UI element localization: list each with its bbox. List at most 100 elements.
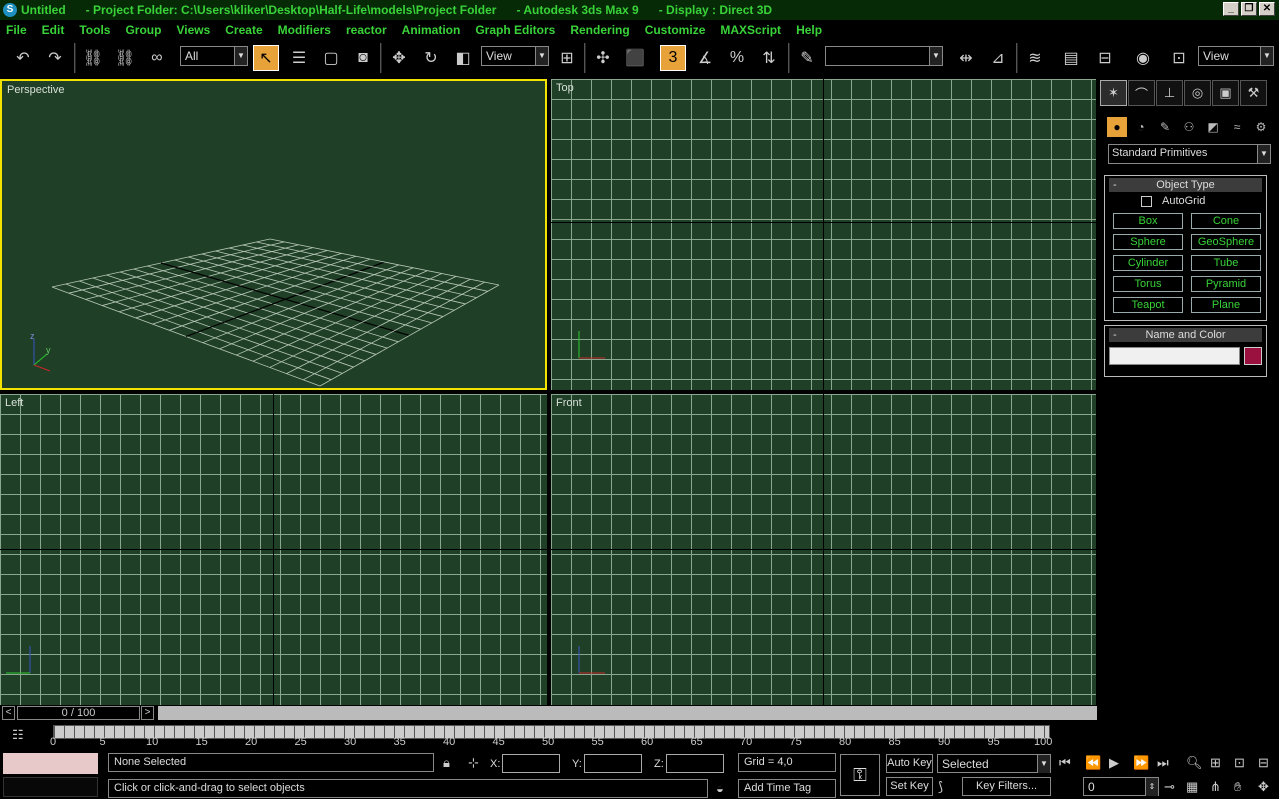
y-coordinate-field[interactable] xyxy=(584,754,642,773)
next-frame-icon[interactable]: ⏩ xyxy=(1133,755,1149,771)
pivot-point-center-icon[interactable]: ⊞ xyxy=(554,45,580,71)
torus-button[interactable]: Torus xyxy=(1113,276,1183,292)
select-and-rotate-icon[interactable]: ↻ xyxy=(418,45,444,71)
select-and-link-icon[interactable]: ⛓ xyxy=(80,45,106,71)
menu-graph-editors[interactable]: Graph Editors xyxy=(475,23,555,37)
viewport-left[interactable]: Left xyxy=(0,394,547,705)
go-to-start-icon[interactable]: ⏮ xyxy=(1059,755,1071,771)
plane-button[interactable]: Plane xyxy=(1191,297,1261,313)
set-key-icon[interactable]: ⚿ xyxy=(840,754,880,796)
select-and-scale-icon[interactable]: ◧ xyxy=(450,45,476,71)
redo-icon[interactable]: ↷ xyxy=(42,45,68,71)
menu-animation[interactable]: Animation xyxy=(402,23,461,37)
object-type-header[interactable]: - Object Type xyxy=(1109,178,1262,192)
time-tag-icon[interactable]: ◒ xyxy=(716,781,724,796)
named-selection-sets-dropdown[interactable]: ▼ xyxy=(825,46,943,66)
play-icon[interactable]: ▶ xyxy=(1109,755,1119,771)
space-warps-icon[interactable]: ≈ xyxy=(1227,117,1247,137)
curve-editor-icon[interactable]: ▤ xyxy=(1058,45,1084,71)
reference-coordinate-dropdown[interactable]: View ▼ xyxy=(481,46,549,66)
viewport-front[interactable]: Front xyxy=(551,394,1096,705)
field-of-view-icon[interactable]: ⋔ xyxy=(1210,779,1221,795)
primitive-category-dropdown[interactable]: Standard Primitives ▼ xyxy=(1108,144,1271,164)
sphere-button[interactable]: Sphere xyxy=(1113,234,1183,250)
systems-icon[interactable]: ⚙ xyxy=(1251,117,1271,137)
menu-reactor[interactable]: reactor xyxy=(346,23,387,37)
time-configuration-icon[interactable]: ▦ xyxy=(1186,779,1198,795)
snaps-toggle-icon[interactable]: 3 xyxy=(660,45,686,71)
pyramid-button[interactable]: Pyramid xyxy=(1191,276,1261,292)
render-scene-icon[interactable]: ⊡ xyxy=(1166,45,1192,71)
cameras-icon[interactable]: ⚇ xyxy=(1179,117,1199,137)
align-icon[interactable]: ⊿ xyxy=(985,45,1011,71)
lights-icon[interactable]: ✎ xyxy=(1155,117,1175,137)
modify-tab-icon[interactable]: ⌒ xyxy=(1128,80,1155,106)
pan-view-icon[interactable]: ✋︎ xyxy=(1234,779,1241,795)
menu-file[interactable]: File xyxy=(6,23,27,37)
menu-rendering[interactable]: Rendering xyxy=(570,23,629,37)
window-crossing-icon[interactable]: ◙ xyxy=(350,45,376,71)
3ds-max-logo-icon[interactable]: S xyxy=(3,3,17,17)
menu-edit[interactable]: Edit xyxy=(42,23,65,37)
close-button[interactable]: ✕ xyxy=(1259,2,1275,16)
tube-button[interactable]: Tube xyxy=(1191,255,1261,271)
display-tab-icon[interactable]: ▣ xyxy=(1212,80,1239,106)
minimize-button[interactable]: _ xyxy=(1223,2,1239,16)
select-and-manipulate-icon[interactable]: ✣ xyxy=(590,45,616,71)
zoom-icon[interactable]: 🔍︎ xyxy=(1186,755,1203,771)
shapes-icon[interactable]: ◔ xyxy=(1131,117,1151,137)
zoom-extents-all-icon[interactable]: ⊟ xyxy=(1258,755,1269,771)
x-coordinate-field[interactable] xyxy=(502,754,560,773)
menu-help[interactable]: Help xyxy=(796,23,822,37)
geometry-icon[interactable]: ● xyxy=(1107,117,1127,137)
helpers-icon[interactable]: ◩ xyxy=(1203,117,1223,137)
key-filters-button[interactable]: Key Filters... xyxy=(962,777,1051,796)
menu-customize[interactable]: Customize xyxy=(645,23,706,37)
unlink-selection-icon[interactable]: ⛓ xyxy=(112,45,138,71)
key-mode-dropdown[interactable]: Selected ▼ xyxy=(937,754,1051,773)
menu-create[interactable]: Create xyxy=(225,23,262,37)
select-object-icon[interactable]: ↖ xyxy=(253,45,279,71)
select-by-name-icon[interactable]: ☰ xyxy=(286,45,312,71)
spinner-snap-icon[interactable]: ⇅ xyxy=(756,45,782,71)
arc-rotate-icon[interactable]: ✥ xyxy=(1258,779,1269,795)
viewport-label-top[interactable]: Top xyxy=(556,82,574,94)
z-coordinate-field[interactable] xyxy=(666,754,724,773)
viewport-perspective[interactable]: Perspective z y xyxy=(0,79,547,390)
viewport-top[interactable]: Top xyxy=(551,79,1096,390)
create-tab-icon[interactable]: ✶ xyxy=(1100,80,1127,106)
chevron-left-icon[interactable]: < xyxy=(2,706,15,720)
add-time-tag-button[interactable]: Add Time Tag xyxy=(738,779,836,798)
menu-modifiers[interactable]: Modifiers xyxy=(278,23,331,37)
cone-button[interactable]: Cone xyxy=(1191,213,1261,229)
time-slider-thumb[interactable]: 0 / 100 xyxy=(17,706,140,720)
keyboard-shortcut-override-icon[interactable]: ⬛ xyxy=(622,45,648,71)
menu-group[interactable]: Group xyxy=(125,23,161,37)
select-and-move-icon[interactable]: ✥ xyxy=(386,45,412,71)
hierarchy-tab-icon[interactable]: ⊥ xyxy=(1156,80,1183,106)
current-frame-spinner[interactable]: 0 ⇕ xyxy=(1083,777,1159,796)
menu-maxscript[interactable]: MAXScript xyxy=(720,23,781,37)
percent-snap-icon[interactable]: % xyxy=(724,45,750,71)
previous-frame-icon[interactable]: ⏪ xyxy=(1085,755,1101,771)
geosphere-button[interactable]: GeoSphere xyxy=(1191,234,1261,250)
schematic-view-icon[interactable]: ⊟ xyxy=(1092,45,1118,71)
menu-views[interactable]: Views xyxy=(176,23,210,37)
box-button[interactable]: Box xyxy=(1113,213,1183,229)
mirror-icon[interactable]: ⇹ xyxy=(953,45,979,71)
open-mini-curve-editor-icon[interactable]: ☷ xyxy=(12,727,24,743)
material-editor-icon[interactable]: ◉ xyxy=(1130,45,1156,71)
render-type-dropdown[interactable]: View ▼ xyxy=(1198,46,1274,66)
go-to-end-icon[interactable]: ⏭ xyxy=(1157,755,1169,771)
edit-named-selection-icon[interactable]: ✎ xyxy=(794,45,820,71)
layer-manager-icon[interactable]: ≋ xyxy=(1022,45,1048,71)
utilities-tab-icon[interactable]: ⚒ xyxy=(1240,80,1267,106)
teapot-button[interactable]: Teapot xyxy=(1113,297,1183,313)
menu-tools[interactable]: Tools xyxy=(79,23,110,37)
bind-to-space-warp-icon[interactable]: ∞ xyxy=(144,45,170,71)
cylinder-button[interactable]: Cylinder xyxy=(1113,255,1183,271)
viewport-label-front[interactable]: Front xyxy=(556,397,582,409)
time-slider-track[interactable] xyxy=(158,706,1097,720)
object-color-swatch[interactable] xyxy=(1244,347,1262,365)
object-name-field[interactable] xyxy=(1109,347,1241,365)
